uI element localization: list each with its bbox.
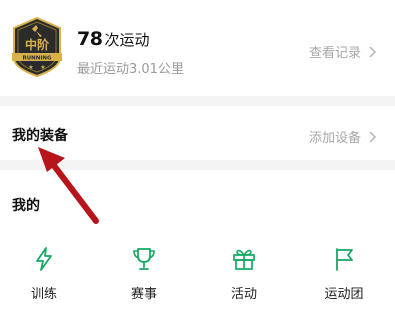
badge-level-text: 中阶: [25, 37, 50, 52]
shortcut-training-label: 训练: [30, 287, 57, 302]
shortcut-events[interactable]: 赛事: [114, 245, 174, 302]
add-device-label: 添加设备: [308, 131, 361, 146]
shortcut-activities-label: 活动: [230, 287, 257, 302]
activity-count-number: 78: [77, 28, 103, 50]
running-level-badge-icon: 中阶 RUNNING ★ ★: [12, 16, 62, 78]
activity-count: 78 次运动: [77, 28, 149, 50]
shortcut-club[interactable]: 运动团: [314, 245, 374, 302]
mine-section-title: 我的: [12, 198, 40, 214]
stats-card: 中阶 RUNNING ★ ★ 78 次运动 最近运动3.01公里 查看记录: [0, 0, 395, 96]
activity-count-unit: 次运动: [104, 31, 150, 49]
shortcut-activities[interactable]: 活动: [214, 245, 274, 302]
mine-shortcuts-grid: 训练 赛事 活动 运动团: [0, 245, 395, 305]
svg-text:★: ★: [40, 64, 45, 71]
badge-ribbon-text: RUNNING: [22, 56, 52, 62]
recent-activity-distance: 最近运动3.01公里: [77, 62, 184, 77]
shortcut-events-label: 赛事: [130, 287, 157, 302]
my-gear-title[interactable]: 我的装备: [12, 125, 68, 145]
chevron-right-icon: [369, 45, 377, 58]
shortcut-training[interactable]: 训练: [14, 245, 74, 302]
add-device-link[interactable]: 添加设备: [309, 127, 377, 146]
shortcut-club-label: 运动团: [324, 287, 364, 302]
view-history-link[interactable]: 查看记录: [309, 42, 377, 61]
svg-text:★: ★: [28, 64, 33, 71]
lightning-icon: [36, 247, 52, 271]
trophy-icon: [133, 248, 155, 270]
view-history-label: 查看记录: [308, 46, 361, 61]
flag-icon: [336, 248, 353, 271]
gift-icon: [233, 249, 255, 270]
chevron-right-icon: [369, 130, 377, 143]
